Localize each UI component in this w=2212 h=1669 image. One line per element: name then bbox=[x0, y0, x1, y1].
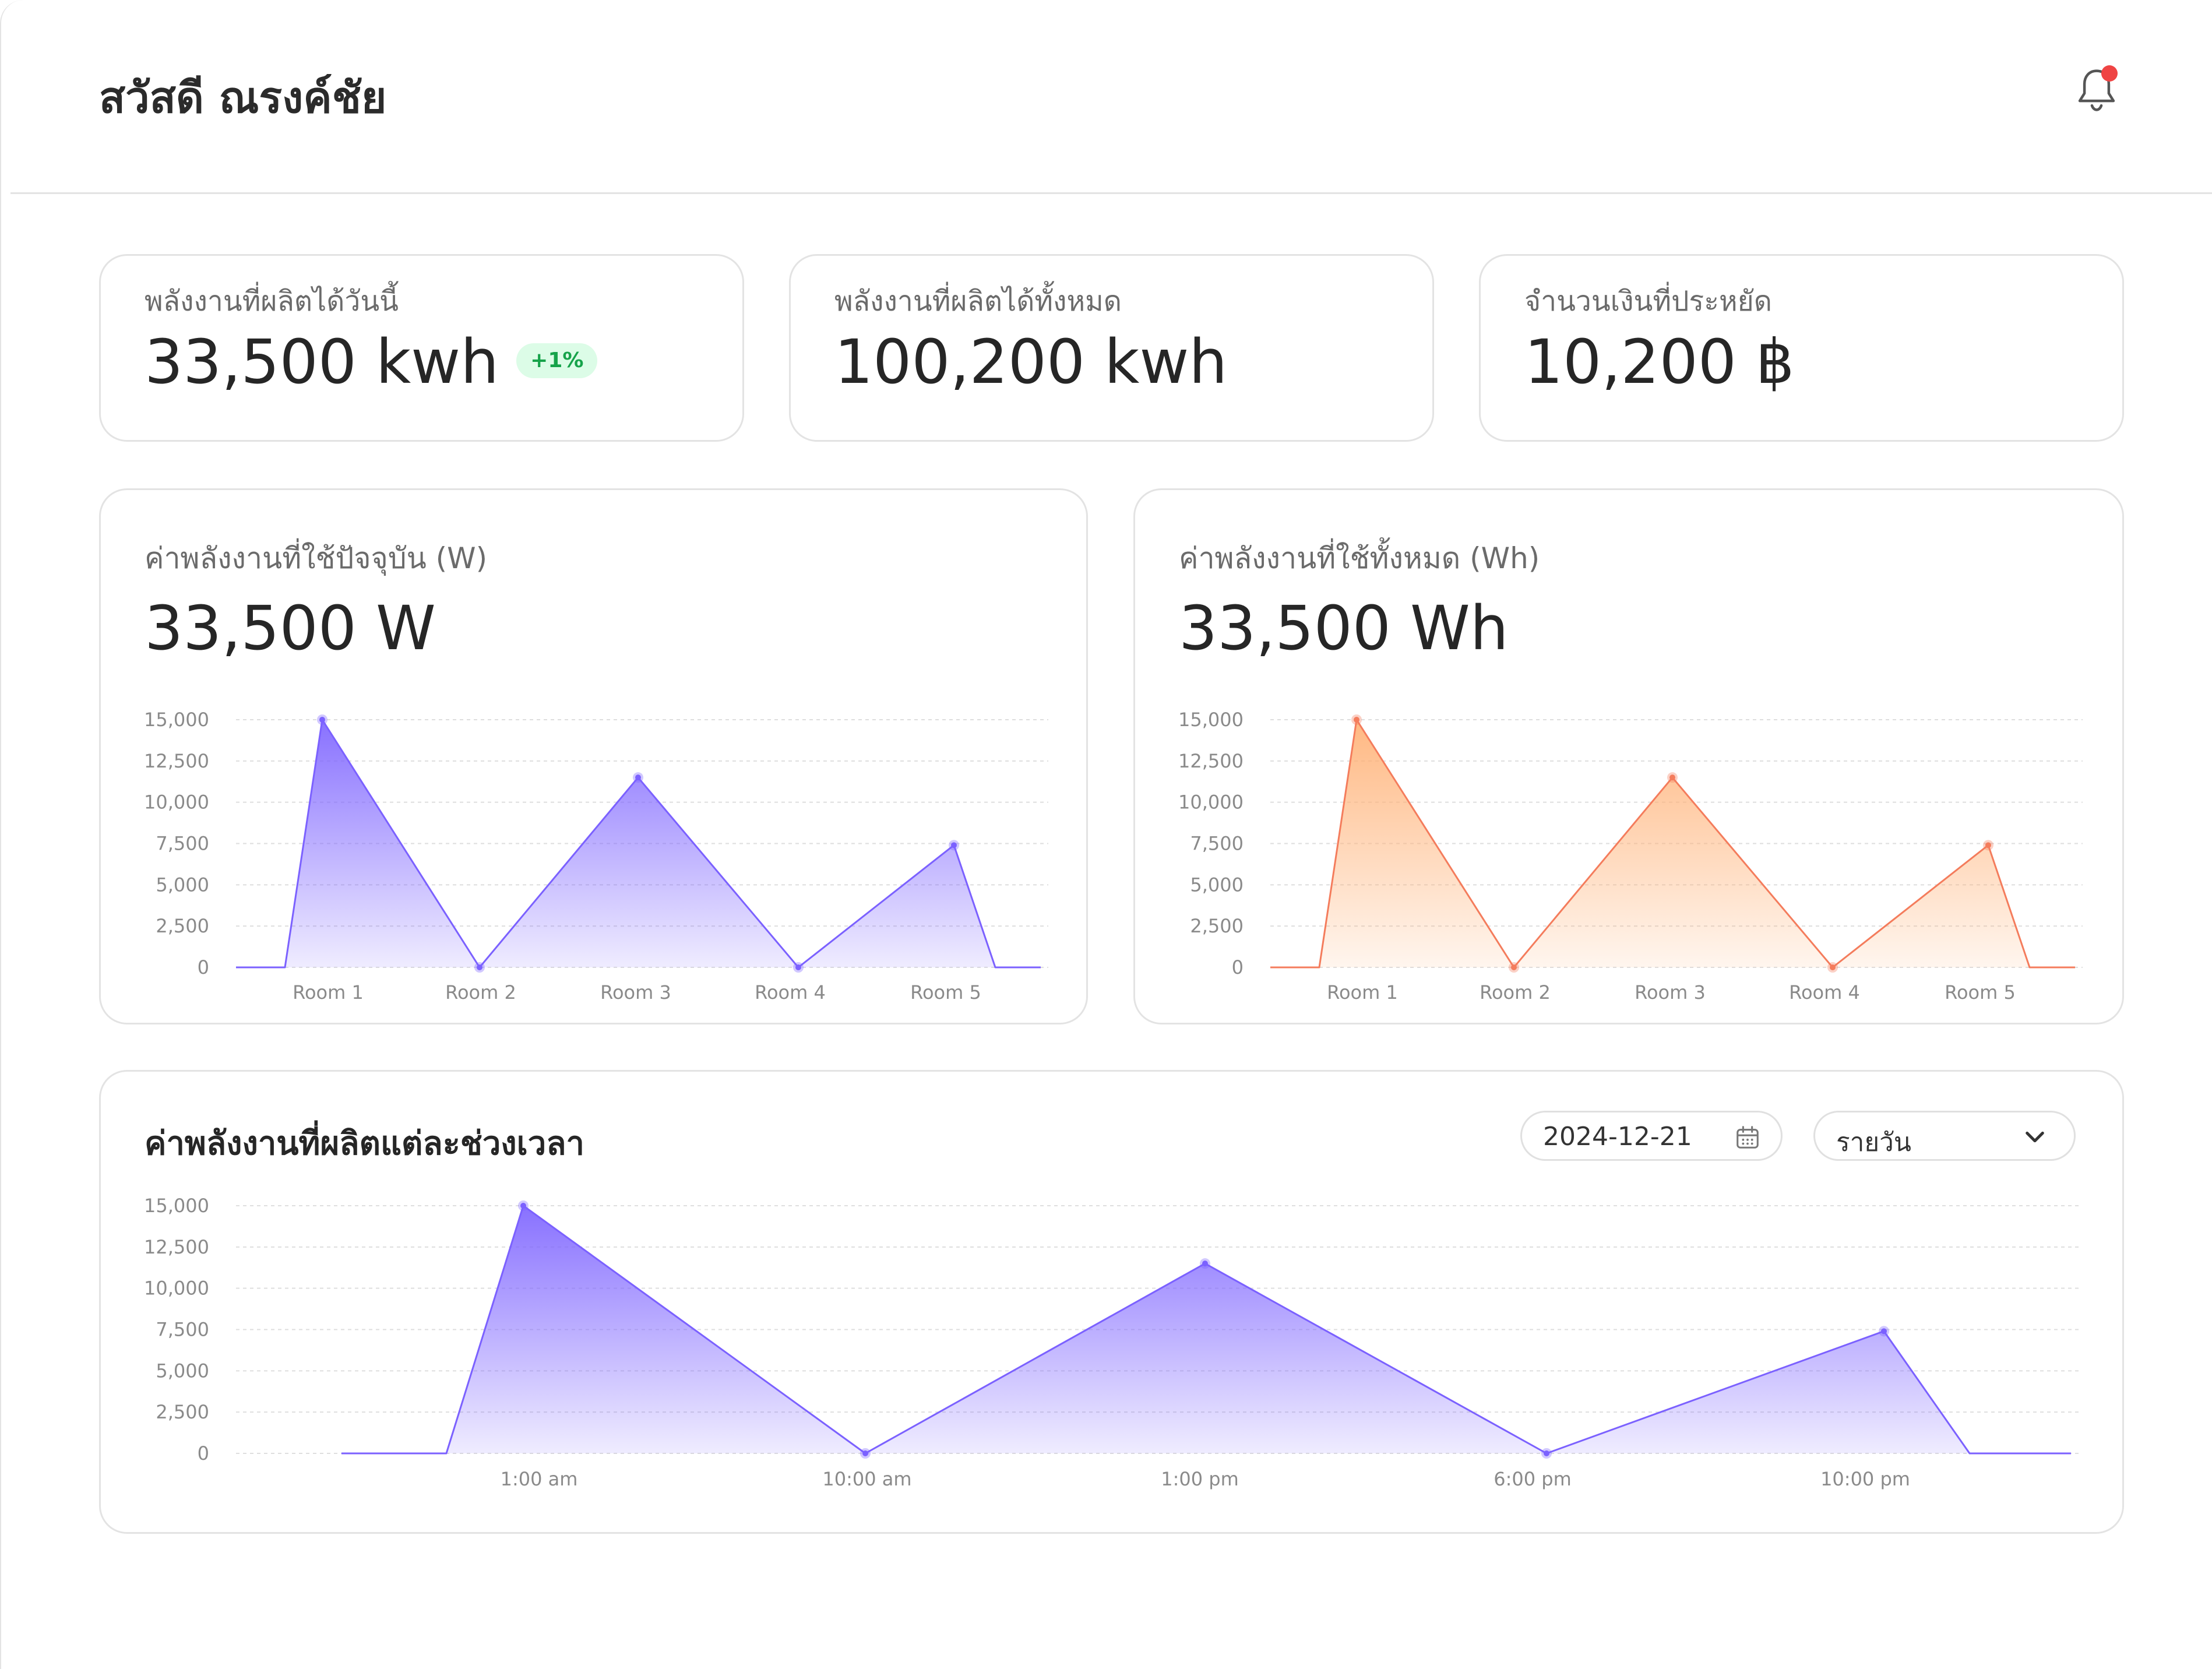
stat-value-text: 33,500 kwh bbox=[145, 326, 499, 397]
data-point bbox=[1881, 1328, 1887, 1335]
data-point bbox=[319, 717, 325, 723]
series-area bbox=[1270, 720, 2075, 967]
stat-card-today: พลังงานที่ผลิตได้วันนี้ 33,500 kwh +1% bbox=[99, 254, 744, 442]
data-point bbox=[795, 964, 801, 970]
y-tick-label: 0 bbox=[198, 956, 209, 978]
x-tick-label: Room 1 bbox=[293, 981, 364, 1003]
y-tick-label: 12,500 bbox=[144, 750, 209, 772]
y-tick-label: 2,500 bbox=[1190, 915, 1244, 937]
stat-label: พลังงานที่ผลิตได้วันนี้ bbox=[145, 285, 399, 318]
y-tick-label: 15,000 bbox=[144, 709, 209, 731]
x-tick-label: Room 2 bbox=[445, 981, 516, 1003]
y-tick-label: 0 bbox=[198, 1442, 209, 1464]
y-tick-label: 7,500 bbox=[156, 1319, 209, 1341]
y-tick-label: 10,000 bbox=[144, 1277, 209, 1300]
data-point bbox=[520, 1203, 526, 1209]
x-tick-label: Room 3 bbox=[600, 981, 671, 1003]
data-point bbox=[477, 964, 482, 970]
x-tick-label: 1:00 am bbox=[501, 1468, 578, 1490]
y-tick-label: 15,000 bbox=[144, 1195, 209, 1217]
x-tick-label: Room 4 bbox=[1789, 981, 1860, 1003]
page-header: สวัสดี ณรงค์ชัย bbox=[10, 0, 2212, 194]
y-tick-label: 15,000 bbox=[1178, 709, 1244, 731]
change-badge: +1% bbox=[516, 343, 598, 378]
x-tick-label: Room 1 bbox=[1327, 981, 1398, 1003]
y-tick-label: 2,500 bbox=[156, 915, 209, 937]
y-tick-label: 7,500 bbox=[156, 833, 209, 855]
y-tick-label: 5,000 bbox=[156, 874, 209, 896]
y-tick-label: 0 bbox=[1232, 956, 1244, 978]
data-point bbox=[862, 1450, 868, 1456]
notification-dot bbox=[2101, 65, 2118, 82]
period-value: รายวัน bbox=[1836, 1128, 1911, 1157]
date-picker[interactable]: 2024-12-21 bbox=[1520, 1111, 1783, 1161]
data-point bbox=[635, 774, 641, 781]
calendar-icon[interactable] bbox=[1734, 1124, 1761, 1151]
x-tick-label: Room 3 bbox=[1635, 981, 1706, 1003]
x-tick-label: Room 5 bbox=[1945, 981, 2016, 1003]
y-tick-label: 12,500 bbox=[1178, 750, 1244, 772]
y-tick-label: 10,000 bbox=[1178, 791, 1244, 814]
data-point bbox=[1544, 1450, 1549, 1456]
date-value: 2024-12-21 bbox=[1543, 1122, 1692, 1152]
x-tick-label: 1:00 pm bbox=[1161, 1468, 1239, 1490]
stat-card-savings: จำนวนเงินที่ประหยัด 10,200 ฿ bbox=[1479, 254, 2124, 442]
stat-label: พลังงานที่ผลิตได้ทั้งหมด bbox=[834, 285, 1122, 318]
x-tick-label: 10:00 am bbox=[822, 1468, 911, 1490]
x-tick-label: 6:00 pm bbox=[1494, 1468, 1572, 1490]
chevron-down-icon bbox=[2026, 1131, 2044, 1143]
y-tick-label: 10,000 bbox=[144, 791, 209, 814]
data-point bbox=[951, 842, 957, 848]
stat-value: 100,200 kwh bbox=[834, 326, 1228, 397]
current-usage-card: ค่าพลังงานที่ใช้ปัจจุบัน (W) 33,500 W 02… bbox=[99, 488, 1088, 1024]
stat-label: จำนวนเงินที่ประหยัด bbox=[1524, 285, 1772, 318]
series-area bbox=[236, 720, 1041, 967]
stat-value: 10,200 ฿ bbox=[1524, 326, 1795, 397]
data-point bbox=[1669, 774, 1675, 781]
data-point bbox=[1985, 842, 1991, 848]
y-tick-label: 7,500 bbox=[1190, 833, 1244, 855]
greeting-title: สวัสดี ณรงค์ชัย bbox=[99, 73, 387, 123]
y-tick-label: 5,000 bbox=[1190, 874, 1244, 896]
y-tick-label: 2,500 bbox=[156, 1401, 209, 1423]
x-tick-label: Room 5 bbox=[910, 981, 981, 1003]
data-point bbox=[1830, 964, 1836, 970]
current-usage-chart: 0 2,500 5,000 7,500 10,000 12,500 15,000 Room 1… bbox=[144, 709, 1048, 1003]
x-tick-label: Room 4 bbox=[755, 981, 826, 1003]
stat-value: 33,500 kwh +1% bbox=[145, 332, 598, 392]
y-tick-label: 12,500 bbox=[144, 1236, 209, 1258]
total-usage-card: ค่าพลังงานที่ใช้ทั้งหมด (Wh) 33,500 Wh 0… bbox=[1133, 488, 2124, 1024]
data-point bbox=[1354, 717, 1359, 723]
data-point bbox=[1202, 1260, 1208, 1267]
app-window: สวัสดี ณรงค์ชัย พลังงานที่ผลิตได้วันนี้ … bbox=[0, 0, 2212, 1669]
x-tick-label: 10:00 pm bbox=[1820, 1468, 1910, 1490]
period-select[interactable]: รายวัน bbox=[1813, 1111, 2076, 1161]
total-usage-chart: 0 2,500 5,000 7,500 10,000 12,500 15,000 Room 1… bbox=[1178, 709, 2083, 1003]
y-tick-label: 5,000 bbox=[156, 1360, 209, 1382]
stat-card-total: พลังงานที่ผลิตได้ทั้งหมด 100,200 kwh bbox=[789, 254, 1434, 442]
data-point bbox=[1511, 964, 1517, 970]
x-tick-label: Room 2 bbox=[1480, 981, 1551, 1003]
